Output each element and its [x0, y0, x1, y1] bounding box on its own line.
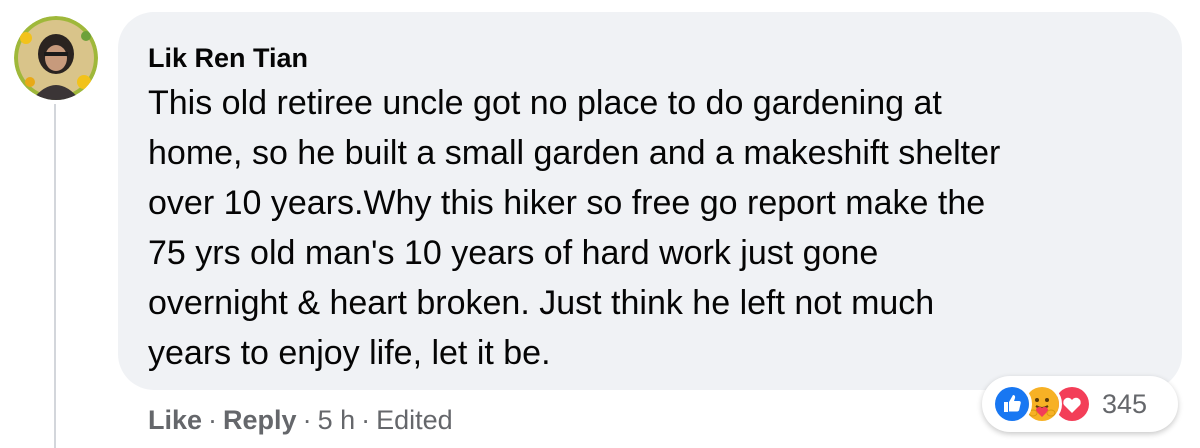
reactions-summary[interactable]: 345	[982, 376, 1178, 432]
thread-line	[54, 104, 56, 448]
reaction-count: 345	[1102, 388, 1148, 419]
separator-dot: ·	[302, 405, 312, 435]
reply-button[interactable]: Reply	[223, 405, 297, 435]
timestamp[interactable]: 5 h	[318, 405, 356, 435]
edited-label[interactable]: Edited	[376, 405, 453, 435]
like-button[interactable]: Like	[148, 405, 202, 435]
comment: Lik Ren Tian This old retiree uncle got …	[0, 0, 1200, 448]
comment-text: This old retiree uncle got no place to d…	[148, 84, 1001, 372]
comment-bubble: Lik Ren Tian This old retiree uncle got …	[118, 12, 1182, 390]
avatar[interactable]	[14, 16, 98, 100]
like-icon	[992, 384, 1032, 424]
comment-actions: Like · Reply · 5 h · Edited	[148, 400, 453, 440]
avatar-image	[14, 16, 98, 100]
separator-dot: ·	[208, 405, 218, 435]
separator-dot: ·	[361, 405, 371, 435]
author-name[interactable]: Lik Ren Tian	[148, 40, 1142, 76]
